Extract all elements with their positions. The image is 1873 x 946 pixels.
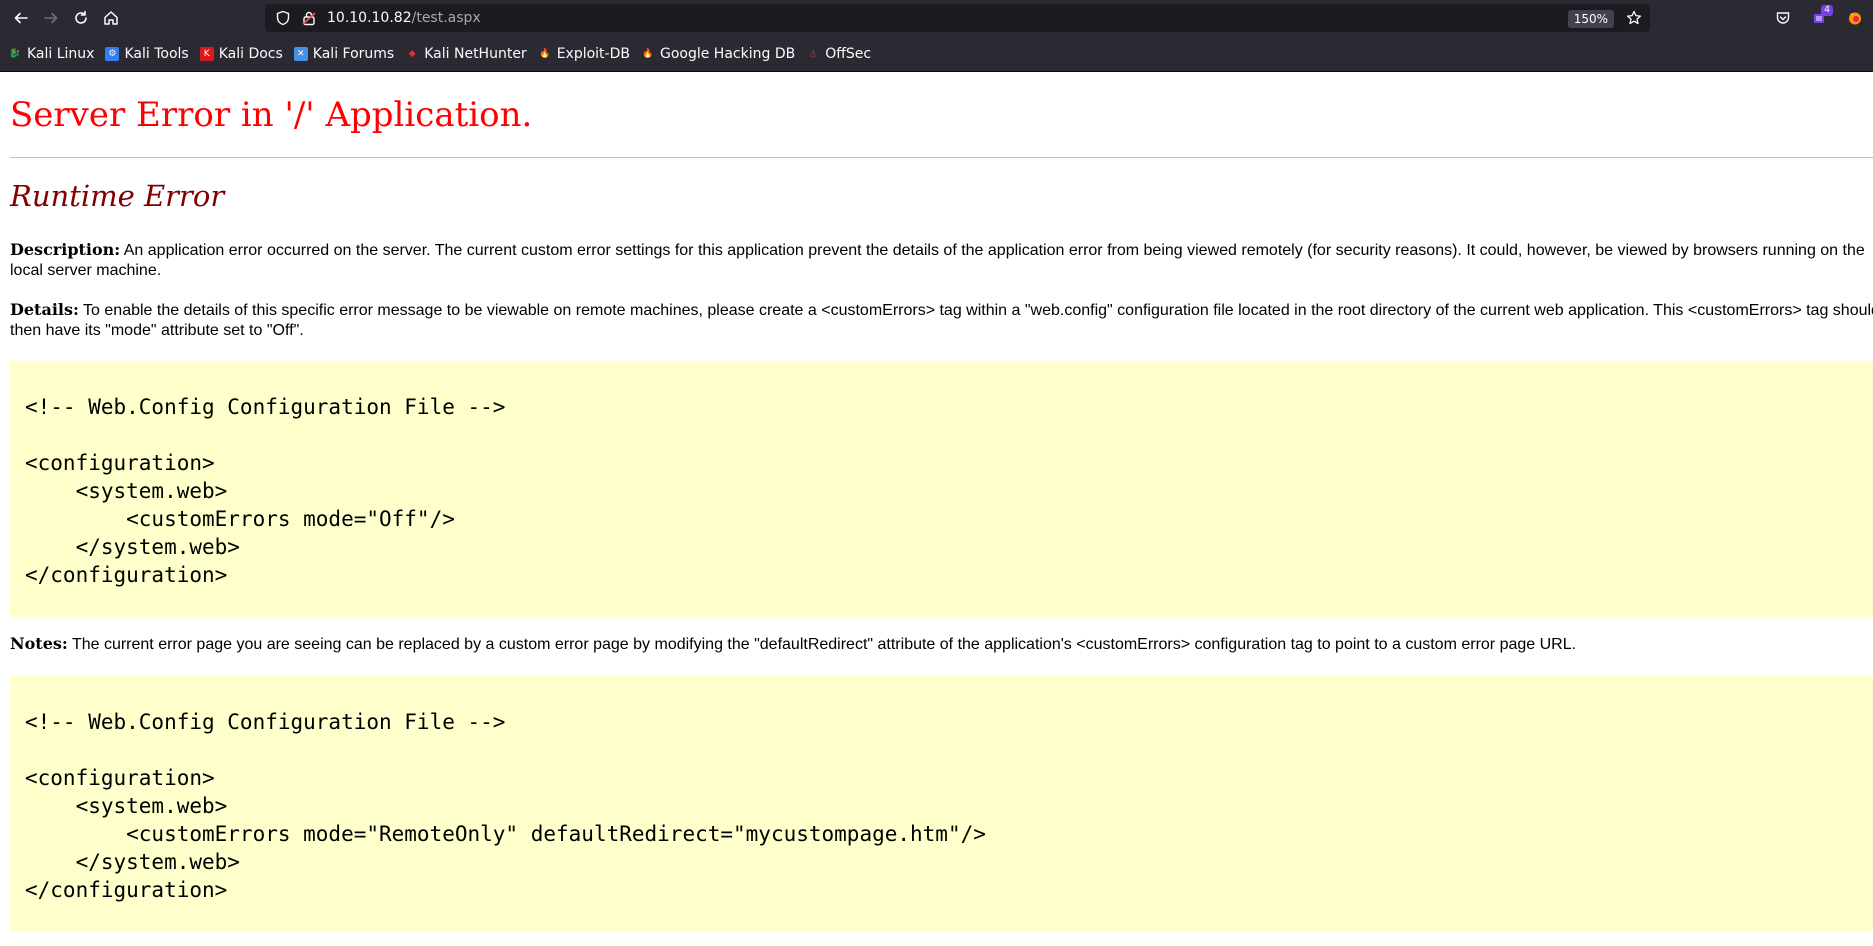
bookmark-kali-nethunter[interactable]: ◆ Kali NetHunter bbox=[405, 45, 527, 62]
details-text: To enable the details of this specific e… bbox=[10, 302, 1873, 339]
exploit-db-icon: 🔥 bbox=[539, 48, 551, 59]
bookmark-google-hacking-db[interactable]: 🔥 Google Hacking DB bbox=[641, 46, 795, 62]
url-host: 10.10.10.82 bbox=[327, 10, 412, 26]
reload-button[interactable] bbox=[66, 3, 96, 33]
insecure-lock-icon[interactable] bbox=[301, 10, 317, 26]
kali-dragon-icon: 🐉 bbox=[9, 48, 21, 59]
address-bar[interactable]: 10.10.10.82/test.aspx 150% bbox=[265, 4, 1650, 32]
bookmark-label: Kali Docs bbox=[218, 45, 283, 62]
bookmark-star-icon[interactable] bbox=[1626, 10, 1642, 26]
description-label: Description: bbox=[10, 240, 121, 259]
bookmark-label: Kali NetHunter bbox=[424, 45, 527, 62]
extension-button[interactable]: 4 bbox=[1801, 0, 1837, 36]
ghdb-icon: 🔥 bbox=[642, 48, 654, 59]
notes-paragraph: Notes: The current error page you are se… bbox=[10, 634, 1873, 655]
bookmark-kali-docs[interactable]: K Kali Docs bbox=[199, 45, 283, 62]
error-page: Server Error in '/' Application. Runtime… bbox=[0, 73, 1873, 946]
details-label: Details: bbox=[10, 300, 79, 319]
firefox-account-button[interactable] bbox=[1837, 0, 1873, 36]
notes-label: Notes: bbox=[10, 634, 68, 653]
forward-button[interactable] bbox=[36, 3, 66, 33]
pocket-icon bbox=[1776, 12, 1790, 24]
home-icon bbox=[104, 11, 118, 25]
pocket-button[interactable] bbox=[1765, 0, 1801, 36]
title-divider bbox=[10, 157, 1873, 158]
nethunter-icon: ◆ bbox=[408, 48, 416, 59]
browser-toolbar: 10.10.10.82/test.aspx 150% 4 bbox=[0, 0, 1873, 36]
error-subtitle: Runtime Error bbox=[10, 179, 225, 213]
home-button[interactable] bbox=[96, 3, 126, 33]
notes-text: The current error page you are seeing ca… bbox=[67, 636, 1577, 653]
bookmark-offsec[interactable]: ⏃ OffSec bbox=[806, 46, 871, 62]
description-text: An application error occurred on the ser… bbox=[10, 242, 1865, 279]
toolbar-right-icons: 4 bbox=[1765, 0, 1873, 36]
bookmarks-toolbar: 🐉 Kali Linux ⚙ Kali Tools K Kali Docs ✕ … bbox=[0, 36, 1873, 72]
zoom-level-button[interactable]: 150% bbox=[1567, 10, 1614, 28]
arrow-left-icon bbox=[14, 12, 28, 24]
bookmark-kali-forums[interactable]: ✕ Kali Forums bbox=[293, 45, 395, 62]
bookmark-label: OffSec bbox=[825, 45, 872, 62]
page-title: Server Error in '/' Application. bbox=[10, 95, 533, 135]
kali-docs-icon: K bbox=[199, 46, 214, 61]
kali-tools-icon: ⚙ bbox=[105, 46, 120, 61]
url-text: 10.10.10.82/test.aspx bbox=[327, 10, 481, 26]
bookmark-label: Google Hacking DB bbox=[659, 45, 796, 62]
bookmark-label: Exploit-DB bbox=[556, 45, 630, 62]
bookmark-kali-linux[interactable]: 🐉 Kali Linux bbox=[8, 46, 94, 62]
firefox-icon bbox=[1849, 12, 1861, 25]
bookmark-exploit-db[interactable]: 🔥 Exploit-DB bbox=[538, 46, 630, 62]
kali-forums-icon: ✕ bbox=[293, 46, 308, 61]
config-code-off: <!-- Web.Config Configuration File --> <… bbox=[25, 395, 506, 587]
bookmark-label: Kali Forums bbox=[312, 45, 395, 62]
config-code-block-remote: <!-- Web.Config Configuration File --> <… bbox=[10, 676, 1873, 932]
arrow-right-icon bbox=[44, 12, 58, 24]
description-paragraph: Description: An application error occurr… bbox=[10, 240, 1873, 281]
back-button[interactable] bbox=[6, 3, 36, 33]
url-path: /test.aspx bbox=[411, 10, 481, 26]
reload-icon bbox=[75, 10, 87, 24]
bookmark-label: Kali Linux bbox=[27, 45, 95, 62]
bookmark-kali-tools[interactable]: ⚙ Kali Tools bbox=[105, 45, 189, 62]
details-paragraph: Details: To enable the details of this s… bbox=[10, 300, 1873, 341]
offsec-icon: ⏃ bbox=[808, 50, 818, 60]
config-code-block-off: <!-- Web.Config Configuration File --> <… bbox=[10, 361, 1873, 617]
config-code-remote: <!-- Web.Config Configuration File --> <… bbox=[25, 710, 986, 902]
extension-badge: 4 bbox=[1821, 5, 1833, 16]
shield-icon[interactable] bbox=[275, 10, 291, 26]
bookmark-label: Kali Tools bbox=[124, 45, 189, 62]
